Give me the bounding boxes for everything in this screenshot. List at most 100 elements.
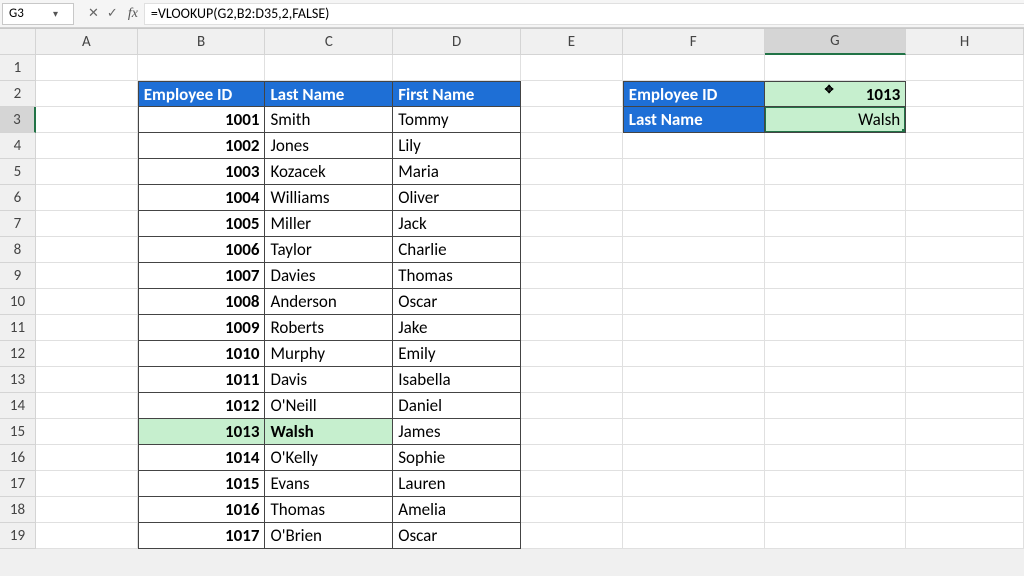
- cell-E12[interactable]: [521, 341, 623, 367]
- cell-E6[interactable]: [521, 185, 623, 211]
- cell-G6[interactable]: [765, 185, 907, 211]
- cell-G14[interactable]: [765, 393, 907, 419]
- cell-C15[interactable]: Walsh: [265, 419, 393, 445]
- cell-C16[interactable]: O'Kelly: [265, 445, 393, 471]
- cell-H4[interactable]: [906, 133, 1024, 159]
- cell-F3[interactable]: Last Name: [623, 107, 765, 133]
- cell-H14[interactable]: [906, 393, 1024, 419]
- cell-E4[interactable]: [521, 133, 623, 159]
- cell-E14[interactable]: [521, 393, 623, 419]
- cell-G10[interactable]: [765, 289, 907, 315]
- cell-G5[interactable]: [765, 159, 907, 185]
- col-header-G[interactable]: G: [765, 29, 907, 55]
- cell-D9[interactable]: Thomas: [393, 263, 521, 289]
- cell-B8[interactable]: 1006: [138, 237, 266, 263]
- cell-G13[interactable]: [765, 367, 907, 393]
- cell-G3[interactable]: Walsh: [765, 107, 907, 133]
- cell-G11[interactable]: [765, 315, 907, 341]
- cell-F11[interactable]: [623, 315, 765, 341]
- cell-E11[interactable]: [521, 315, 623, 341]
- cell-D10[interactable]: Oscar: [393, 289, 521, 315]
- cell-C8[interactable]: Taylor: [265, 237, 393, 263]
- cell-H1[interactable]: [906, 55, 1024, 81]
- cell-E16[interactable]: [521, 445, 623, 471]
- cell-C17[interactable]: Evans: [265, 471, 393, 497]
- cell-H12[interactable]: [906, 341, 1024, 367]
- cell-E7[interactable]: [521, 211, 623, 237]
- cell-F2[interactable]: Employee ID: [623, 81, 765, 107]
- formula-input[interactable]: =VLOOKUP(G2,B2:D35,2,FALSE): [144, 3, 1024, 25]
- cell-B1[interactable]: [138, 55, 266, 81]
- cell-A2[interactable]: [36, 81, 138, 107]
- cell-C13[interactable]: Davis: [265, 367, 393, 393]
- cell-H2[interactable]: [906, 81, 1024, 107]
- cell-D7[interactable]: Jack: [393, 211, 521, 237]
- cell-A7[interactable]: [36, 211, 138, 237]
- cell-D5[interactable]: Maria: [393, 159, 521, 185]
- row-header[interactable]: 18: [0, 497, 36, 523]
- cell-A19[interactable]: [36, 523, 138, 549]
- name-box[interactable]: G3 ▾: [2, 3, 74, 25]
- cell-C6[interactable]: Williams: [265, 185, 393, 211]
- cancel-icon[interactable]: ✕: [88, 6, 99, 21]
- fill-handle[interactable]: [902, 129, 906, 133]
- cell-D16[interactable]: Sophie: [393, 445, 521, 471]
- cell-C3[interactable]: Smith: [265, 107, 393, 133]
- col-header-B[interactable]: B: [138, 29, 266, 55]
- cell-G19[interactable]: [765, 523, 907, 549]
- cell-D2[interactable]: First Name: [393, 81, 521, 107]
- row-header[interactable]: 13: [0, 367, 36, 393]
- cell-C4[interactable]: Jones: [265, 133, 393, 159]
- cell-C11[interactable]: Roberts: [265, 315, 393, 341]
- cell-G18[interactable]: [765, 497, 907, 523]
- cell-A1[interactable]: [36, 55, 138, 81]
- cell-A4[interactable]: [36, 133, 138, 159]
- cell-H5[interactable]: [906, 159, 1024, 185]
- cell-A18[interactable]: [36, 497, 138, 523]
- row-header[interactable]: 12: [0, 341, 36, 367]
- cell-A15[interactable]: [36, 419, 138, 445]
- cell-G7[interactable]: [765, 211, 907, 237]
- cell-B18[interactable]: 1016: [138, 497, 266, 523]
- cell-G15[interactable]: [765, 419, 907, 445]
- cell-G8[interactable]: [765, 237, 907, 263]
- cell-B15[interactable]: 1013: [138, 419, 266, 445]
- cell-G12[interactable]: [765, 341, 907, 367]
- cell-F8[interactable]: [623, 237, 765, 263]
- row-header[interactable]: 8: [0, 237, 36, 263]
- row-header[interactable]: 2: [0, 81, 36, 107]
- row-header[interactable]: 6: [0, 185, 36, 211]
- cell-H11[interactable]: [906, 315, 1024, 341]
- cell-H7[interactable]: [906, 211, 1024, 237]
- cell-A5[interactable]: [36, 159, 138, 185]
- cell-B7[interactable]: 1005: [138, 211, 266, 237]
- cell-F17[interactable]: [623, 471, 765, 497]
- cell-F18[interactable]: [623, 497, 765, 523]
- cell-F7[interactable]: [623, 211, 765, 237]
- confirm-icon[interactable]: ✓: [107, 6, 118, 21]
- cell-G1[interactable]: [765, 55, 907, 81]
- row-header[interactable]: 16: [0, 445, 36, 471]
- cell-F6[interactable]: [623, 185, 765, 211]
- cell-D12[interactable]: Emily: [393, 341, 521, 367]
- cell-D18[interactable]: Amelia: [393, 497, 521, 523]
- col-header-F[interactable]: F: [623, 29, 765, 55]
- cell-F16[interactable]: [623, 445, 765, 471]
- cell-E5[interactable]: [521, 159, 623, 185]
- cell-D8[interactable]: Charlie: [393, 237, 521, 263]
- cell-G16[interactable]: [765, 445, 907, 471]
- cell-A3[interactable]: [36, 107, 138, 133]
- cell-C5[interactable]: Kozacek: [265, 159, 393, 185]
- cell-G4[interactable]: [765, 133, 907, 159]
- cell-E13[interactable]: [521, 367, 623, 393]
- cell-B19[interactable]: 1017: [138, 523, 266, 549]
- col-header-A[interactable]: A: [36, 29, 138, 55]
- cell-F14[interactable]: [623, 393, 765, 419]
- cell-H15[interactable]: [906, 419, 1024, 445]
- col-header-H[interactable]: H: [906, 29, 1024, 55]
- cell-H6[interactable]: [906, 185, 1024, 211]
- row-header[interactable]: 3: [0, 107, 36, 133]
- cell-B10[interactable]: 1008: [138, 289, 266, 315]
- cell-E2[interactable]: [521, 81, 623, 107]
- row-header[interactable]: 11: [0, 315, 36, 341]
